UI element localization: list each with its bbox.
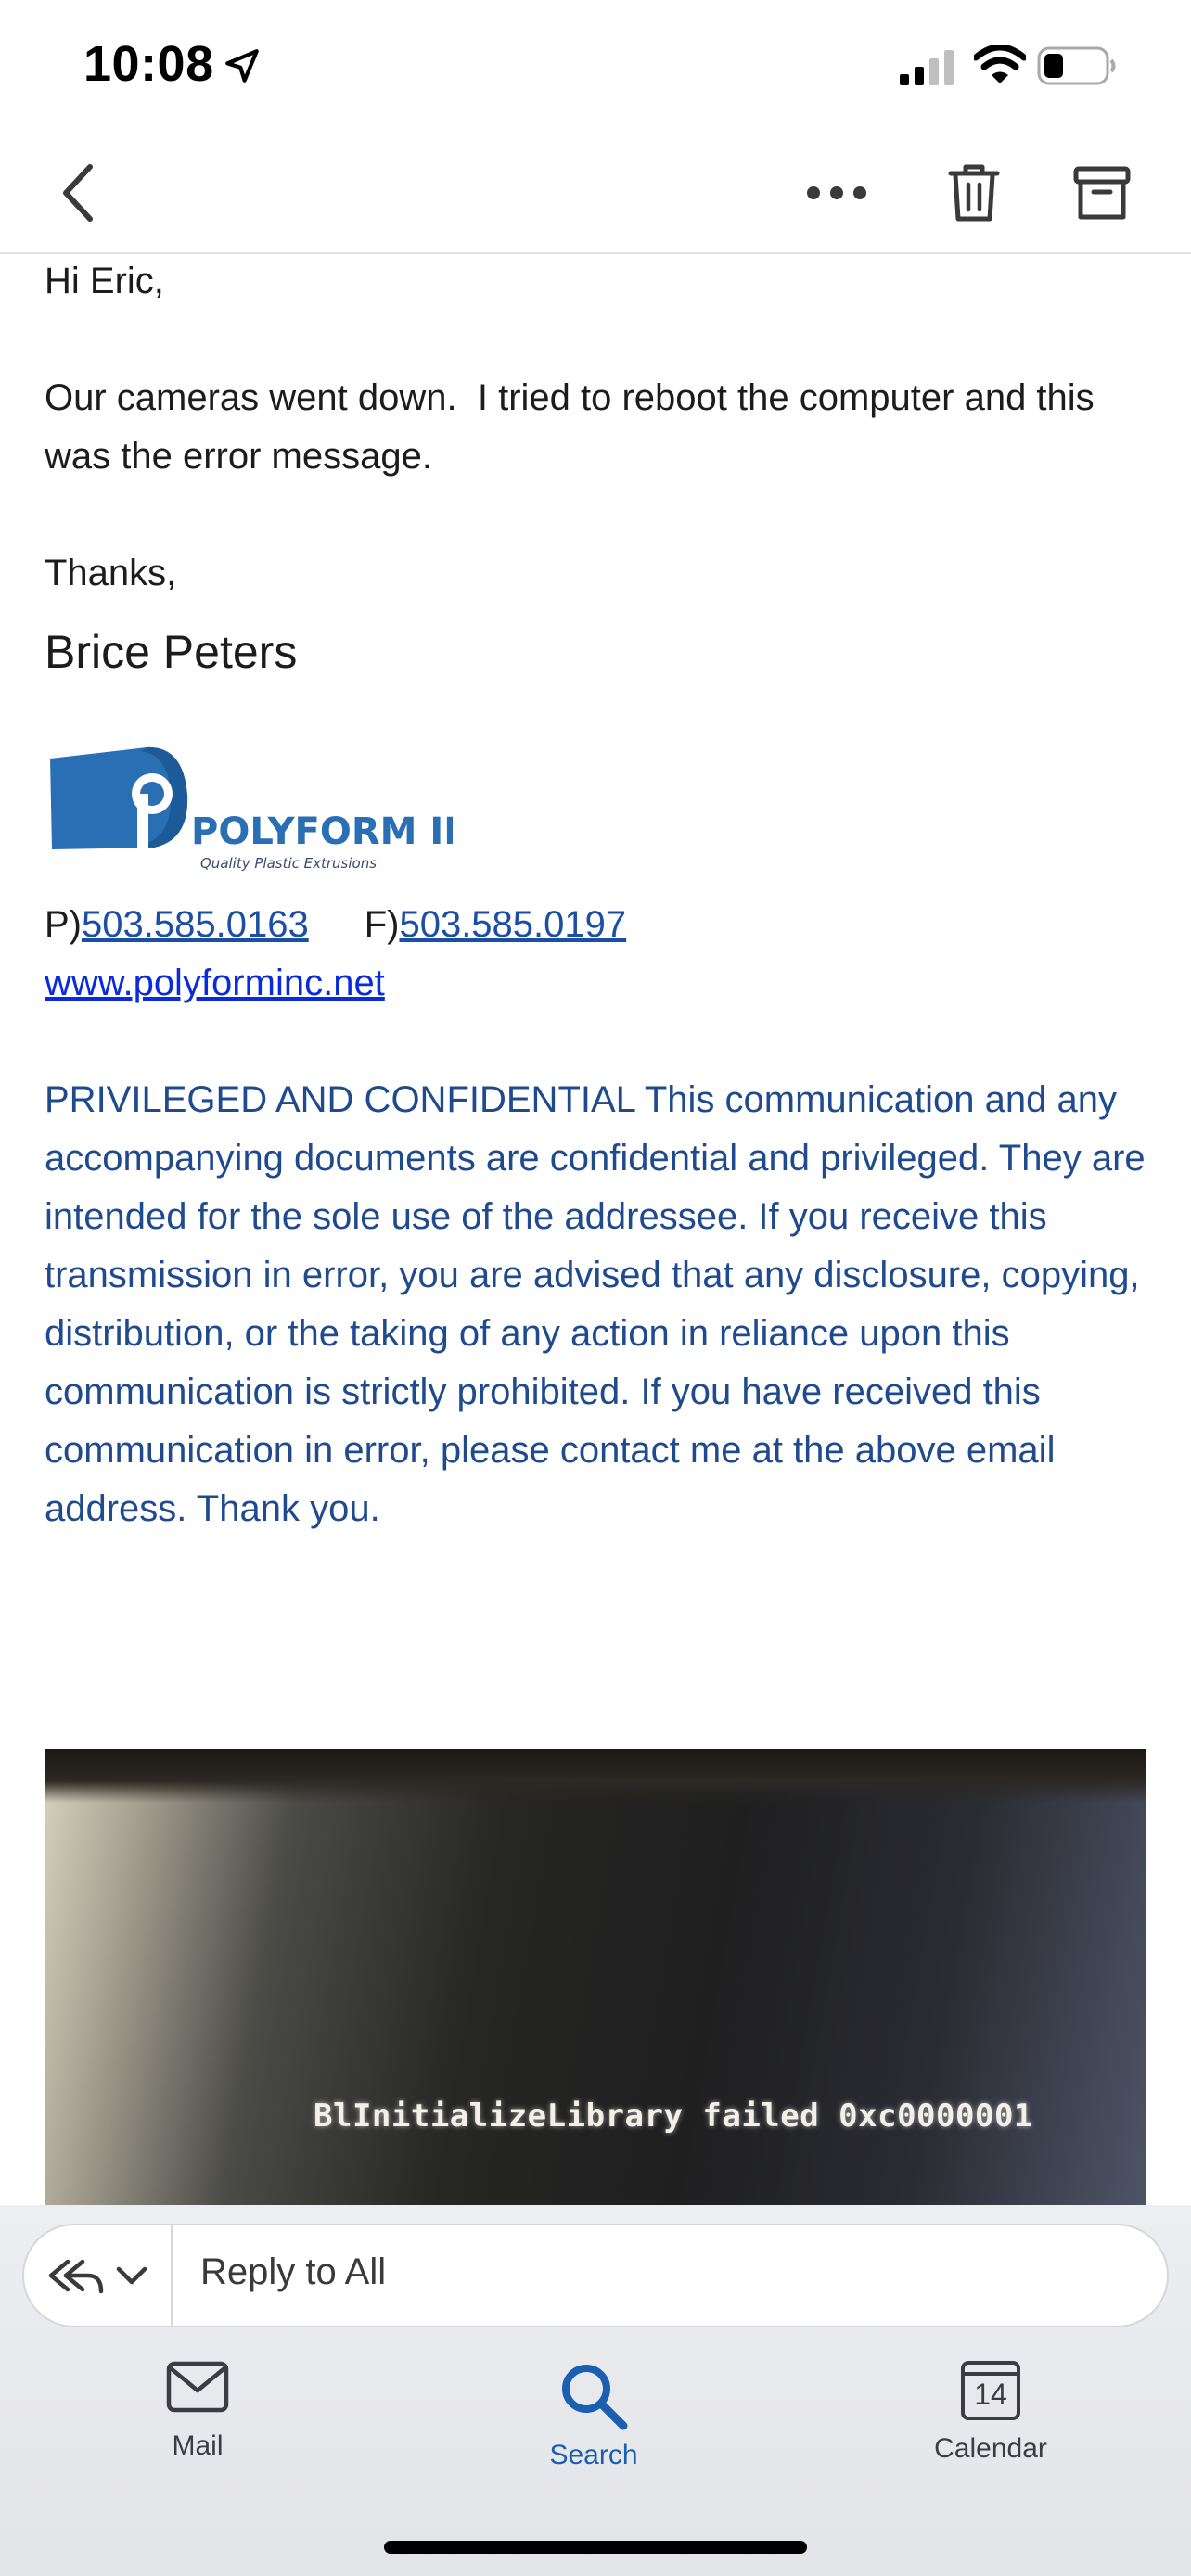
ellipsis-icon [807, 186, 866, 199]
more-options-button[interactable] [800, 158, 874, 228]
phone-prefix: P) [45, 904, 82, 945]
email-body: Hi Eric, Our cameras went down. I tried … [45, 252, 1148, 1538]
battery-icon [1037, 46, 1116, 85]
calendar-day: 14 [974, 2378, 1007, 2411]
tab-search[interactable]: Search [501, 2361, 686, 2500]
search-icon [562, 2365, 628, 2430]
confidentiality-disclaimer: PRIVILEGED AND CONFIDENTIAL This communi… [45, 1079, 1156, 1529]
chevron-down-icon [116, 2266, 147, 2285]
chevron-left-icon [63, 164, 93, 222]
attached-photo[interactable]: BlInitializeLibrary failed 0xc0000001 [45, 1749, 1146, 2205]
trash-icon [948, 164, 1000, 222]
company-logo: POLYFORM INC. Quality Plastic Extrusions [50, 746, 453, 872]
archive-icon [1073, 166, 1131, 220]
reply-bar[interactable]: Reply to All [22, 2224, 1169, 2327]
contact-numbers: P)503.585.0163 F)503.585.0197 [45, 896, 1148, 954]
archive-button[interactable] [1065, 156, 1139, 230]
email-closing: Thanks, [45, 553, 177, 593]
cellular-signal-icon [900, 50, 954, 85]
back-button[interactable] [45, 158, 109, 228]
tab-calendar[interactable]: 14 Calendar [898, 2361, 1083, 2500]
logo-name: POLYFORM INC. [191, 810, 453, 853]
phone-link[interactable]: 503.585.0163 [82, 904, 309, 945]
tab-calendar-label: Calendar [934, 2433, 1047, 2464]
reply-all-icon [48, 2259, 104, 2294]
status-time: 10:08 [83, 36, 214, 92]
location-arrow-icon [225, 49, 259, 83]
tab-search-label: Search [549, 2440, 638, 2470]
fax-link[interactable]: 503.585.0197 [399, 904, 626, 945]
wifi-icon [974, 45, 1026, 83]
website-link[interactable]: www.polyforminc.net [45, 963, 385, 1003]
email-greeting: Hi Eric, [45, 261, 164, 301]
email-toolbar [0, 130, 1191, 254]
bottom-panel: Reply to All Mail Search 14 Calendar [0, 2205, 1191, 2576]
sender-name: Brice Peters [45, 626, 298, 678]
mail-icon [166, 2361, 229, 2413]
logo-tagline: Quality Plastic Extrusions [200, 855, 377, 872]
tab-mail[interactable]: Mail [105, 2361, 290, 2500]
error-screen-text: BlInitializeLibrary failed 0xc0000001 [314, 2098, 1033, 2135]
tab-mail-label: Mail [172, 2430, 224, 2461]
home-indicator[interactable] [384, 2541, 807, 2554]
email-message: Our cameras went down. I tried to reboot… [45, 377, 1105, 477]
calendar-icon: 14 [961, 2361, 1020, 2420]
reply-all-label: Reply to All [200, 2251, 387, 2292]
reply-options-button[interactable] [24, 2225, 173, 2326]
status-bar: 10:08 [0, 0, 1191, 130]
fax-prefix: F) [364, 904, 400, 945]
delete-button[interactable] [939, 156, 1009, 230]
